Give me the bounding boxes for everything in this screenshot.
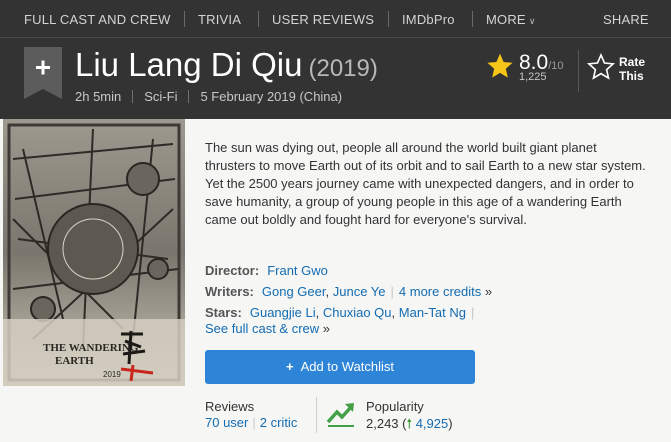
plot-summary: The sun was dying out, people all around… (205, 140, 646, 227)
raquo-icon: » (322, 321, 331, 336)
star-link[interactable]: Man-Tat Ng (399, 305, 466, 320)
director-label: Director: (205, 263, 260, 278)
director-link[interactable]: Frant Gwo (267, 263, 328, 278)
sub-navigation: FULL CAST AND CREW TRIVIA USER REVIEWS I… (0, 0, 671, 38)
release-date-link[interactable]: 5 February 2019 (China) (200, 89, 342, 104)
plus-icon: + (285, 359, 294, 374)
star-link[interactable]: Chuxiao Qu (323, 305, 392, 320)
poster-image[interactable]: THE WANDERING EARTH 2019 (3, 119, 185, 386)
reviews-separator: | (252, 415, 256, 430)
watchlist-label: Add to Watchlist (300, 359, 395, 374)
genre-link[interactable]: Sci-Fi (144, 89, 177, 104)
critic-reviews-link[interactable]: 2 critic (260, 415, 298, 430)
writer-link[interactable]: Gong Geer (262, 284, 326, 299)
rate-this-button[interactable]: Rate This (586, 52, 645, 87)
add-to-watchlist-button[interactable]: + Add to Watchlist (205, 350, 475, 384)
see-full-cast-link[interactable]: See full cast & crew (205, 321, 319, 336)
title-name: Liu Lang Di Qiu (75, 46, 303, 83)
star-link[interactable]: Guangjie Li (250, 305, 316, 320)
poster-year: 2019 (103, 370, 121, 379)
popularity-rank: 2,243 (366, 416, 399, 431)
page-title: Liu Lang Di Qiu (2019) (75, 46, 378, 84)
runtime: 2h 5min (75, 89, 122, 104)
arrow-up-icon: 🠕 (406, 416, 413, 431)
popularity-label: Popularity (366, 399, 424, 414)
stars-credit: Stars: Guangjie Li, Chuxiao Qu, Man-Tat N… (205, 305, 475, 320)
popularity-trend-icon (326, 398, 356, 433)
star-outline-icon (586, 52, 616, 80)
star-icon (487, 53, 513, 78)
ribbon-plus-icon (24, 47, 62, 99)
rating-count[interactable]: 1,225 (519, 71, 547, 83)
poster-title-line2: EARTH (55, 355, 94, 367)
reviews-divider (316, 397, 317, 433)
more-credits-link[interactable]: 4 more credits (399, 284, 481, 299)
add-to-watchlist-ribbon[interactable] (24, 47, 62, 99)
user-reviews-link[interactable]: 70 user (205, 415, 248, 430)
writer-link[interactable]: Junce Ye (333, 284, 386, 299)
poster-artwork: THE WANDERING EARTH 2019 (3, 119, 185, 386)
director-credit: Director: Frant Gwo (205, 263, 328, 278)
full-cast-credit: See full cast & crew » (205, 321, 330, 336)
nav-trivia[interactable]: TRIVIA (198, 12, 241, 27)
nav-separator (472, 11, 473, 27)
nav-full-cast-and-crew[interactable]: FULL CAST AND CREW (24, 12, 171, 27)
reviews-label: Reviews (205, 399, 255, 414)
nav-imdbpro[interactable]: IMDbPro (402, 12, 455, 27)
double-chevron-down-icon: ∨ (528, 16, 536, 26)
popularity-value: 2,243 (🠕 4,925) (366, 416, 453, 431)
credit-separator: | (390, 284, 394, 299)
nav-share[interactable]: SHARE (603, 12, 649, 27)
reviews-links: 70 user | 2 critic (205, 415, 297, 430)
nav-separator (258, 11, 259, 27)
rate-this-label: Rate This (619, 55, 646, 83)
poster-title-line1: THE WANDERING (43, 342, 139, 354)
nav-separator (388, 11, 389, 27)
stars-label: Stars: (205, 305, 242, 320)
rating-out-of: /10 (548, 60, 564, 72)
raquo-icon: » (484, 284, 493, 299)
title-hero: FULL CAST AND CREW TRIVIA USER REVIEWS I… (0, 0, 671, 119)
meta-separator (188, 90, 190, 103)
title-year[interactable]: (2019) (308, 55, 377, 82)
popularity-delta[interactable]: 4,925 (416, 416, 449, 431)
writers-credit: Writers: Gong Geer, Junce Ye | 4 more credi… (205, 284, 493, 299)
title-meta: 2h 5min Sci-Fi 5 February 2019 (China) (75, 89, 342, 104)
nav-user-reviews[interactable]: USER REVIEWS (272, 12, 374, 27)
rating-divider (578, 50, 579, 92)
nav-more[interactable]: MORE ∨ (486, 12, 536, 27)
nav-more-label: MORE (486, 12, 526, 27)
nav-separator (184, 11, 185, 27)
meta-separator (132, 90, 134, 103)
credit-separator: | (470, 305, 475, 320)
writers-label: Writers: (205, 284, 254, 299)
